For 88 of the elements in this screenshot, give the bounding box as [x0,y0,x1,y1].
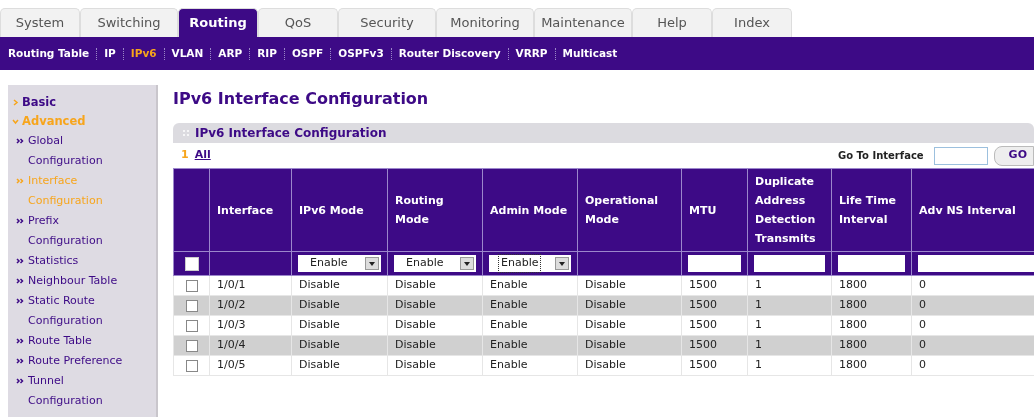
subnav-link[interactable]: Router Discovery [398,45,501,62]
nav-tab[interactable]: Switching [80,8,178,37]
column-header: Operational Mode [577,168,682,252]
subnav-link[interactable]: VLAN [171,45,204,62]
column-header: Interface [209,168,292,252]
sidebar-item[interactable]: Global Configuration [28,131,128,171]
input-field[interactable] [688,255,741,272]
chevron-right-icon [12,99,19,106]
row-checkbox[interactable] [185,359,198,372]
table-cell: Enable [482,315,578,336]
subnav-link[interactable]: VRRP [515,45,548,62]
table-cell: 1/0/1 [209,275,292,296]
nav-tab[interactable]: Maintenance [534,8,632,37]
nav-tab[interactable]: Security [338,8,436,37]
chevron-down-icon [12,118,19,125]
sidebar-item[interactable]: Tunnel Configuration [28,371,128,411]
column-header: Adv NS Interval [911,168,1034,252]
nav-tab[interactable]: Help [632,8,712,37]
table-cell: Disable [577,315,682,336]
table-cell: Enable [482,275,578,296]
select-field[interactable]: Enable [298,255,381,272]
column-header: Admin Mode [482,168,578,252]
table-cell: 1800 [831,355,912,376]
table-cell: Disable [291,315,388,336]
table-cell: 1500 [681,315,748,336]
column-header: MTU [681,168,748,252]
input-field[interactable] [838,255,905,272]
row-checkbox[interactable] [185,299,198,312]
go-button[interactable]: GO [993,145,1034,166]
table-cell: 1/0/5 [209,355,292,376]
table-cell: 1800 [831,275,912,296]
subnav-link[interactable]: OSPFv3 [338,45,384,62]
table-cell: 1800 [831,315,912,336]
sidebar-item[interactable]: Statistics [28,251,128,271]
column-header: IPv6 Mode [291,168,388,252]
column-header: Duplicate Address Detection Transmits [747,168,832,252]
subnav-link[interactable]: RIP [257,45,277,62]
panel-title: IPv6 Interface Configuration [195,125,387,142]
table-cell: Disable [387,315,483,336]
table-cell: Disable [291,355,388,376]
input-field[interactable] [754,255,825,272]
unit-filter-link[interactable]: All [194,147,211,164]
nav-tab[interactable]: Index [712,8,792,37]
nav-tab[interactable]: System [0,8,80,37]
column-header: Routing Mode [387,168,483,252]
subnav-link[interactable]: Multicast [562,45,618,62]
unit-number: 1 [181,147,189,164]
subnav-link[interactable]: OSPF [291,45,324,62]
table-cell: Disable [291,275,388,296]
table-cell: Disable [577,275,682,296]
sidebar-item[interactable]: Route Table [28,331,128,351]
table-cell: 1 [747,275,832,296]
subnav-link[interactable]: IPv6 [130,45,157,62]
input-field[interactable] [918,255,1034,272]
sidebar-item[interactable]: Route Preference [28,351,128,371]
row-checkbox[interactable] [185,319,198,332]
table-cell: Disable [387,275,483,296]
select-field[interactable]: Enable [489,255,571,272]
table-cell: Enable [482,355,578,376]
subnav-link[interactable]: IP [104,45,116,62]
select-field[interactable]: Enable [394,255,476,272]
table-cell: Disable [387,355,483,376]
page-title: IPv6 Interface Configuration [173,88,430,110]
nav-tab[interactable]: QoS [258,8,338,37]
row-checkbox[interactable] [185,339,198,352]
table-cell: 1 [747,355,832,376]
caret-icon [559,261,565,266]
select-all-checkbox[interactable] [184,256,199,271]
column-header: Life Time Interval [831,168,912,252]
caret-icon [369,261,375,266]
sidebar-section[interactable]: Basic [22,93,57,112]
subnav-link[interactable]: ARP [218,45,243,62]
table-cell: Disable [577,355,682,376]
grip-icon [183,130,189,136]
nav-tab[interactable]: Monitoring [436,8,534,37]
sidebar-item[interactable]: Prefix Configuration [28,211,128,251]
subnav-link[interactable]: Routing Table [8,45,90,62]
table-cell: 1500 [681,275,748,296]
sidebar-item[interactable]: Static Route Configuration [28,291,128,331]
go-to-label: Go To Interface [838,149,924,163]
row-checkbox[interactable] [185,279,198,292]
nav-tab[interactable]: Routing [178,8,258,37]
table-cell: 1 [747,315,832,336]
go-to-field[interactable] [933,146,988,165]
table-cell: 1/0/3 [209,315,292,336]
sidebar-item[interactable]: Neighbour Table [28,271,128,291]
caret-icon [464,261,470,266]
table-cell: 1500 [681,355,748,376]
